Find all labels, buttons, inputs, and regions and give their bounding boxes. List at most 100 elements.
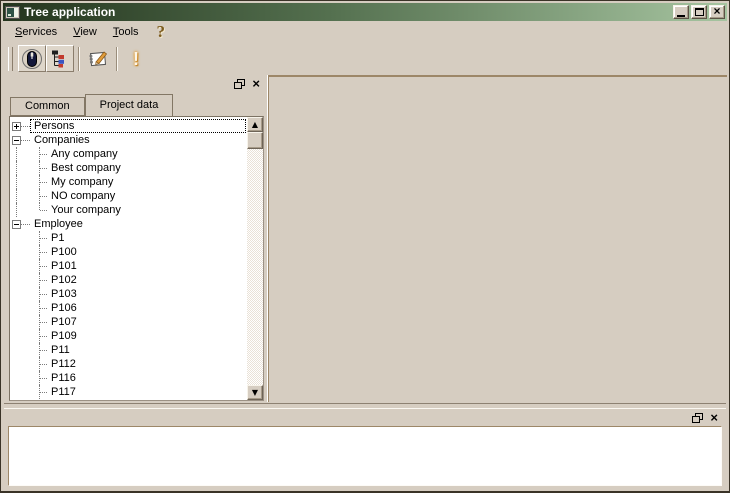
tree-item-label[interactable]: Employee — [31, 218, 86, 230]
tree-guide — [10, 315, 23, 329]
tree-view[interactable]: Persons Companies Any company Best company M… — [9, 116, 264, 401]
tree-item-label[interactable]: Your company — [48, 204, 124, 216]
window-title: Tree application — [24, 5, 669, 20]
close-button[interactable]: × — [709, 5, 725, 19]
tree-connector — [23, 259, 47, 273]
tree-row: Any company — [10, 147, 247, 161]
collapse-minus-icon[interactable] — [12, 220, 21, 229]
tree-item-label[interactable]: P11 — [48, 344, 73, 356]
expand-plus-icon[interactable] — [12, 122, 21, 131]
tree-guide — [10, 329, 23, 343]
float-dock-icon[interactable] — [692, 413, 703, 423]
tree-guide — [10, 203, 23, 217]
scrollbar-track[interactable] — [247, 149, 263, 385]
tree-item-label[interactable]: NO company — [48, 190, 118, 202]
tree-row: Employee — [10, 217, 247, 231]
tree-connector — [21, 218, 30, 225]
tree-row: My company — [10, 175, 247, 189]
toolbar-handle[interactable] — [8, 47, 13, 71]
vertical-scrollbar[interactable]: ▲ ▼ — [247, 117, 263, 400]
menu-tools[interactable]: Tools — [105, 23, 147, 41]
close-dock-icon[interactable]: × — [710, 413, 718, 423]
tree-item-label[interactable]: Best company — [48, 162, 124, 174]
tree-connector — [23, 245, 47, 259]
tree-item-label[interactable]: Persons — [31, 120, 77, 132]
scroll-up-button[interactable]: ▲ — [247, 117, 263, 132]
dock-tabbar: Common Project data — [3, 93, 267, 116]
menubar: Services View Tools ? — [3, 21, 727, 43]
tree-item-label[interactable]: Companies — [31, 134, 93, 146]
tree-row: Best company — [10, 161, 247, 175]
mouse-monitor-button[interactable] — [18, 45, 46, 72]
output-panel — [8, 426, 722, 486]
tree-item-label[interactable]: P107 — [48, 316, 80, 328]
close-dock-icon[interactable]: × — [252, 79, 260, 89]
bottom-dock-header: × — [3, 409, 727, 426]
menu-view[interactable]: View — [65, 23, 105, 41]
tree-guide — [10, 385, 23, 399]
tree-guide — [10, 287, 23, 301]
tree-row: P101 — [10, 259, 247, 273]
tree-item-label[interactable]: P117 — [48, 386, 79, 398]
mouse-monitor-icon — [21, 48, 43, 70]
bottom-dock-panel: × — [3, 409, 727, 489]
titlebar: Tree application × — [3, 3, 727, 21]
tree-item-label[interactable]: P101 — [48, 260, 80, 272]
tree-connector — [23, 301, 47, 315]
main-area: × Common Project data Persons Companies An… — [3, 75, 727, 402]
tree-connector — [21, 120, 30, 127]
scroll-down-button[interactable]: ▼ — [247, 385, 263, 400]
help-icon[interactable]: ? — [157, 23, 166, 42]
tree-guide — [10, 245, 23, 259]
tree-guide — [10, 301, 23, 315]
tree-guide — [10, 231, 23, 245]
tree-connector — [23, 147, 47, 161]
tree-item-label[interactable]: P103 — [48, 288, 80, 300]
dock-header: × — [3, 75, 267, 93]
tree-connector — [23, 343, 47, 357]
tree-row: P107 — [10, 315, 247, 329]
tree-guide — [10, 175, 23, 189]
tree-row: Companies — [10, 133, 247, 147]
workspace-area — [268, 75, 727, 402]
tree-item-label[interactable]: P112 — [48, 358, 79, 370]
tree-item-label[interactable]: P100 — [48, 246, 80, 258]
app-icon — [5, 6, 20, 19]
tree-guide — [10, 371, 23, 385]
tree-connector — [23, 371, 47, 385]
hierarchy-tree-icon — [50, 49, 70, 69]
notepad-button[interactable] — [84, 45, 112, 72]
toolbar: ! — [3, 43, 727, 74]
tab-common-label: Common — [25, 100, 70, 112]
tree-connector — [21, 134, 30, 141]
tree-item-label[interactable]: P106 — [48, 302, 80, 314]
tree-row: P1 — [10, 231, 247, 245]
minimize-button[interactable] — [673, 5, 689, 19]
tree-connector — [23, 357, 47, 371]
tree-connector — [23, 203, 47, 217]
tab-common[interactable]: Common — [10, 97, 85, 116]
float-dock-icon[interactable] — [234, 79, 245, 89]
scrollbar-thumb[interactable] — [247, 132, 263, 149]
tree-item-label[interactable]: P1 — [48, 232, 67, 244]
tree-row: P103 — [10, 287, 247, 301]
exclamation-button[interactable]: ! — [122, 45, 150, 72]
tree-row: P116 — [10, 371, 247, 385]
tree-connector — [23, 329, 47, 343]
tab-project-data[interactable]: Project data — [85, 94, 174, 116]
tree-item-label[interactable]: P102 — [48, 274, 80, 286]
collapse-minus-icon[interactable] — [12, 136, 21, 145]
tree-item-label[interactable]: My company — [48, 176, 116, 188]
hierarchy-tree-button[interactable] — [46, 45, 74, 72]
exclamation-icon: ! — [133, 50, 139, 68]
menu-services[interactable]: Services — [7, 23, 65, 41]
tree-connector — [23, 231, 47, 245]
tree-item-label[interactable]: Any company — [48, 148, 121, 160]
tree-row: Persons — [10, 119, 247, 133]
tree-item-label[interactable]: P109 — [48, 330, 80, 342]
tree-guide — [10, 273, 23, 287]
tree-row: P109 — [10, 329, 247, 343]
maximize-button[interactable] — [691, 5, 707, 19]
tree-connector — [23, 315, 47, 329]
tree-item-label[interactable]: P116 — [48, 372, 79, 384]
